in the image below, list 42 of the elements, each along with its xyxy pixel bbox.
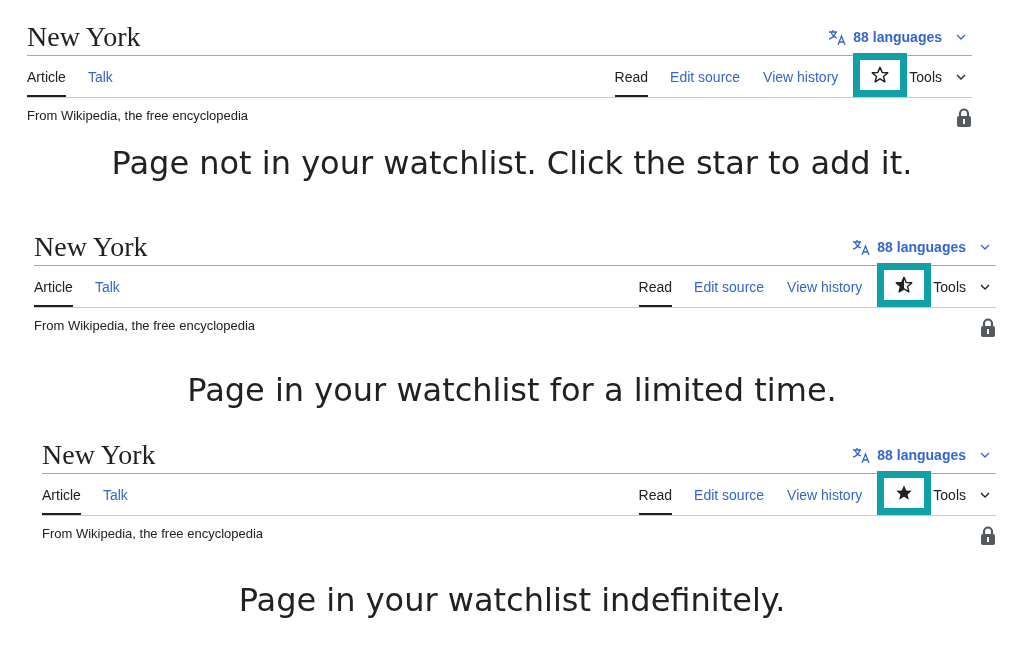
star-outline-icon — [871, 65, 890, 84]
lock-icon — [980, 526, 996, 546]
page-tab[interactable]: Read — [638, 474, 673, 515]
languages-button[interactable]: 88 languages — [828, 28, 942, 45]
lock-icon — [980, 318, 996, 338]
chevron-down-icon[interactable] — [980, 283, 990, 290]
page-tab[interactable]: Article — [42, 474, 81, 515]
page-title: New York — [42, 438, 157, 471]
page-tab[interactable]: View history — [755, 56, 847, 97]
tagline: From Wikipedia, the free encyclopedia — [34, 318, 256, 333]
page-tab[interactable]: Read — [638, 266, 673, 307]
tools-menu[interactable]: Tools — [933, 278, 966, 295]
chevron-down-icon[interactable] — [956, 73, 966, 80]
watch-star-button[interactable] — [877, 470, 932, 515]
languages-button[interactable]: 88 languages — [852, 238, 966, 255]
watch-star-button[interactable] — [853, 52, 908, 97]
star-filled-icon — [895, 483, 914, 502]
tools-menu[interactable]: Tools — [909, 68, 942, 85]
page-tab[interactable]: View history — [779, 266, 871, 307]
page-tab[interactable]: Edit source — [686, 266, 773, 307]
lock-icon — [956, 108, 972, 128]
caption: Page in your watchlist indefinitely. — [237, 580, 787, 621]
languages-button[interactable]: 88 languages — [852, 446, 966, 463]
caption: Page in your watchlist for a limited time. — [186, 370, 838, 411]
watch-star-button[interactable] — [877, 262, 932, 307]
page-tab[interactable]: Talk — [94, 474, 136, 515]
page-tab[interactable]: Article — [34, 266, 73, 307]
page-tab[interactable]: Talk — [79, 56, 121, 97]
tagline: From Wikipedia, the free encyclopedia — [27, 108, 249, 123]
chevron-down-icon[interactable] — [980, 491, 990, 498]
tools-menu[interactable]: Tools — [933, 486, 966, 503]
page-tab[interactable]: Edit source — [662, 56, 749, 97]
page-title: New York — [27, 20, 142, 53]
page-tab[interactable]: Talk — [86, 266, 128, 307]
half-star-icon — [895, 275, 914, 294]
caption: Page not in your watchlist. Click the star to add it. — [110, 143, 914, 184]
page-tab[interactable]: Article — [27, 56, 66, 97]
page-tab[interactable]: Edit source — [686, 474, 773, 515]
page-tab[interactable]: View history — [779, 474, 871, 515]
tagline: From Wikipedia, the free encyclopedia — [42, 526, 264, 541]
page-title: New York — [34, 230, 149, 263]
page-tab[interactable]: Read — [614, 56, 649, 97]
